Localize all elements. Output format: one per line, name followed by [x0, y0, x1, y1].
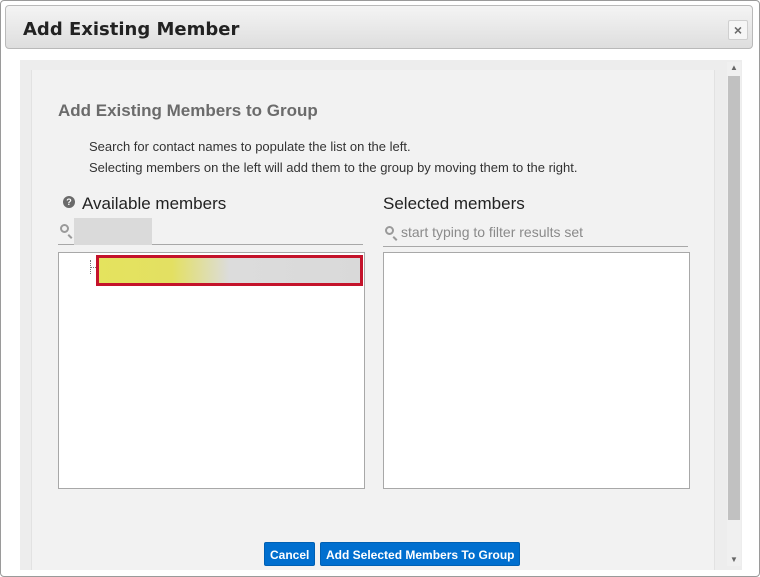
close-icon[interactable]: × [728, 20, 748, 40]
description-line-2: Selecting members on the left will add t… [89, 160, 578, 175]
available-search-query[interactable] [74, 218, 152, 245]
selected-search-input[interactable] [401, 222, 681, 242]
available-member-item[interactable] [96, 255, 363, 286]
cancel-button[interactable]: Cancel [264, 542, 316, 566]
available-members-list[interactable] [58, 252, 365, 489]
add-selected-members-button[interactable]: Add Selected Members To Group [320, 542, 521, 566]
dialog-scrollbar[interactable]: ▲ ▼ [727, 62, 741, 566]
dialog-title: Add Existing Member [23, 19, 240, 40]
page-title: Add Existing Members to Group [58, 101, 318, 120]
description-line-1: Search for contact names to populate the… [89, 139, 411, 154]
scroll-up-icon[interactable]: ▲ [727, 62, 741, 74]
scroll-down-icon[interactable]: ▼ [727, 554, 741, 566]
dialog-content: Add Existing Members to Group Search for… [20, 60, 742, 570]
available-search-box [58, 218, 363, 245]
selected-members-title: Selected members [383, 194, 525, 213]
search-icon [60, 224, 69, 233]
available-members-title: Available members [82, 194, 227, 213]
question-circle-icon[interactable]: ? [63, 196, 75, 208]
content-panel: Add Existing Members to Group Search for… [31, 70, 715, 570]
search-icon [385, 226, 394, 235]
add-existing-member-dialog: Add Existing Member × Add Existing Membe… [0, 0, 760, 577]
selected-members-list[interactable] [383, 252, 690, 489]
scrollbar-thumb[interactable] [728, 76, 740, 520]
dialog-titlebar[interactable]: Add Existing Member × [5, 5, 753, 49]
selected-search-box [383, 220, 688, 247]
